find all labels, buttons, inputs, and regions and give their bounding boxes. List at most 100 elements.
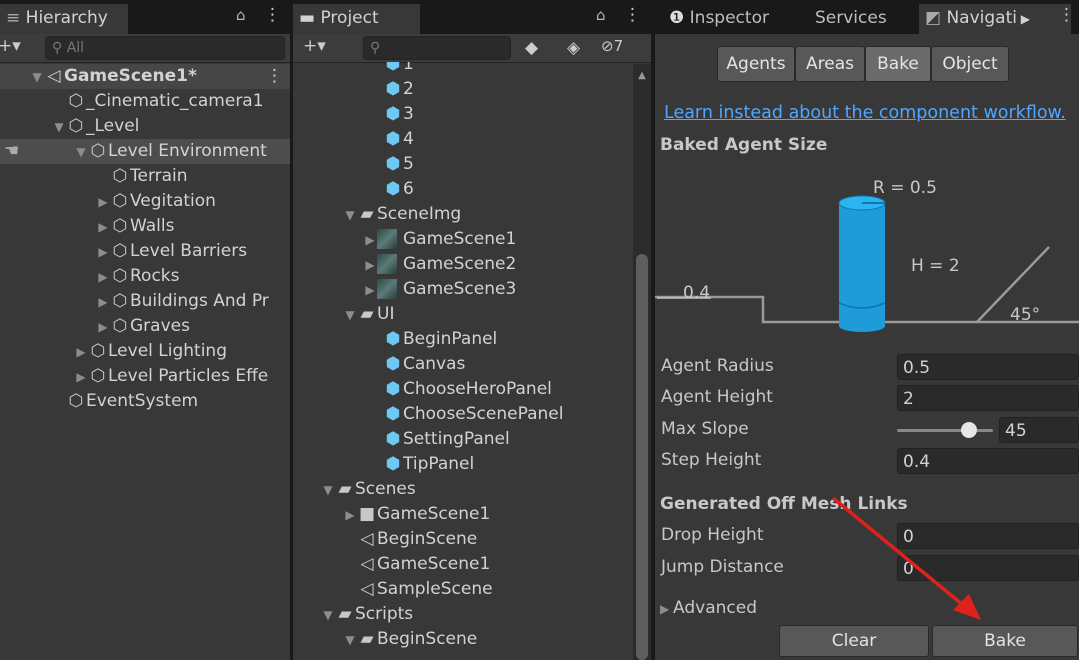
subtab-object[interactable]: Object [931, 46, 1009, 82]
list-item[interactable]: ▶ GameScene3 [363, 277, 516, 302]
folder-item[interactable]: ▼ ▰ UI [343, 302, 394, 327]
hidden-packages-icon[interactable]: ⊘7 [601, 37, 623, 55]
scroll-up-icon[interactable]: ▲ [633, 70, 651, 81]
collapse-arrow-icon[interactable]: ▶ [96, 315, 110, 340]
list-item[interactable]: ◁ SampleScene [343, 577, 492, 602]
subtab-agents[interactable]: Agents [717, 46, 795, 82]
expand-arrow-icon[interactable]: ▼ [74, 140, 88, 165]
slider-thumb[interactable] [961, 422, 977, 438]
list-item[interactable]: ▼ ⬡ _Level [52, 114, 139, 139]
advanced-foldout[interactable]: ▶ Advanced [660, 598, 757, 618]
folder-item[interactable]: ▼ ▰ SceneImg [343, 202, 461, 227]
list-item[interactable]: ◁ GameScene1 [343, 552, 490, 577]
expand-arrow-icon[interactable]: ▼ [343, 203, 357, 228]
scene-row[interactable]: ▼ ◁ GameScene1* ⋮ [0, 64, 290, 89]
folder-open-icon: ▰ [338, 479, 352, 499]
collapse-arrow-icon[interactable]: ▶ [363, 253, 377, 278]
list-item[interactable]: ▶ ⬡ Buildings And Pr [96, 289, 268, 315]
folder-item[interactable]: ▼ ▰ Scripts [321, 602, 413, 627]
gameobject-icon: ⬡ [112, 291, 128, 311]
list-item-selected[interactable]: ☚ ▼ ⬡ Level Environment [0, 139, 290, 164]
clear-button[interactable]: Clear [779, 625, 929, 657]
collapse-arrow-icon[interactable]: ▶ [96, 215, 110, 240]
list-item[interactable]: ▶ ⬡ Level Particles Effe [74, 364, 268, 389]
collapse-arrow-icon[interactable]: ▶ [96, 265, 110, 290]
collapse-arrow-icon[interactable]: ▶ [96, 190, 110, 215]
expand-arrow-icon[interactable]: ▼ [321, 478, 335, 503]
list-item[interactable]: ⬢ 6 [383, 177, 414, 202]
folder-item[interactable]: ▼ ▰ Scenes [321, 477, 415, 503]
collapse-arrow-icon[interactable]: ▶ [363, 278, 377, 303]
lock-icon[interactable]: ⌂ [236, 6, 246, 24]
add-dropdown-icon[interactable]: +▾ [0, 36, 21, 56]
scrollbar-thumb[interactable] [636, 254, 648, 660]
unity-scene-icon: ◁ [360, 579, 374, 599]
expand-arrow-icon[interactable]: ▼ [343, 628, 357, 653]
list-item[interactable]: ▶ GameScene2 [363, 252, 516, 277]
list-item[interactable]: ⬢ ChooseScenePanel [383, 402, 564, 427]
list-item[interactable]: ⬢ TipPanel [383, 452, 475, 477]
list-item[interactable]: ⬢ ChooseHeroPanel [383, 377, 552, 402]
list-item[interactable]: ⬢ BeginPanel [383, 327, 498, 352]
expand-arrow-icon[interactable]: ▼ [321, 603, 335, 628]
agent-radius-field[interactable]: 0.5 [897, 354, 1079, 380]
list-item[interactable]: ⬢ 2 [383, 77, 414, 102]
agent-height-field[interactable]: 2 [897, 385, 1079, 411]
scene-menu-icon[interactable]: ⋮ [266, 64, 283, 89]
collapse-arrow-icon[interactable]: ▶ [74, 340, 88, 365]
hierarchy-search-input[interactable]: ⚲ All [45, 36, 285, 60]
collapse-arrow-icon[interactable]: ▶ [96, 240, 110, 265]
list-item[interactable]: ⬡ _Cinematic_camera1 [52, 89, 264, 114]
create-dropdown-icon[interactable]: +▾ [303, 36, 326, 56]
list-item[interactable]: ▶ ⬡ Vegitation [96, 189, 216, 214]
collapse-arrow-icon[interactable]: ▶ [363, 228, 377, 253]
subtab-bake[interactable]: Bake [865, 46, 931, 82]
list-item[interactable]: ⬢ 3 [383, 102, 414, 127]
subtab-areas[interactable]: Areas [795, 46, 865, 82]
project-search-input[interactable]: ⚲ [363, 36, 511, 60]
tab-navigation[interactable]: ◩ Navigati ▶ [919, 4, 1071, 34]
list-item[interactable]: ⬡ EventSystem [52, 389, 199, 414]
collapse-arrow-icon[interactable]: ▶ [343, 503, 357, 528]
lock-icon[interactable]: ⌂ [596, 6, 606, 24]
tab-services[interactable]: Services [809, 4, 893, 34]
tab-inspector[interactable]: ❶ Inspector [663, 4, 775, 34]
expand-arrow-icon[interactable]: ▼ [52, 115, 66, 140]
collapse-arrow-icon[interactable]: ▶ [74, 365, 88, 390]
label-tag-icon[interactable]: ◈ [567, 38, 580, 58]
annotation-arrow-line [831, 496, 965, 607]
list-item[interactable]: ▶ ⬡ Rocks [96, 264, 179, 290]
list-item[interactable]: ▶ ⬡ Graves [96, 314, 190, 339]
list-item[interactable]: ⬢ Canvas [383, 352, 466, 377]
filter-type-icon[interactable]: ◆ [525, 38, 538, 58]
list-item[interactable]: ⬢ 4 [383, 127, 414, 152]
list-item[interactable]: ▶ GameScene1 [363, 227, 516, 252]
list-item[interactable]: ⬢ 1 [383, 62, 414, 77]
tab-hierarchy[interactable]: ≡ Hierarchy [0, 4, 128, 34]
folder-item[interactable]: ▶ ■ GameScene1 [343, 502, 490, 527]
max-slope-field[interactable]: 45 [999, 417, 1079, 443]
kebab-menu-icon[interactable]: ⋮ [624, 5, 641, 25]
list-item[interactable]: ⬢ 5 [383, 152, 414, 177]
list-item[interactable]: ▶ ⬡ Level Barriers [96, 239, 247, 264]
scrollbar-track[interactable]: ▲ [633, 64, 651, 660]
expand-arrow-icon[interactable]: ▼ [30, 65, 44, 90]
kebab-menu-icon[interactable]: ⋮ [1058, 5, 1075, 25]
tab-overflow-icon[interactable]: ▶ [1017, 12, 1030, 26]
tab-project[interactable]: ▬ Project [293, 4, 420, 34]
kebab-menu-icon[interactable]: ⋮ [264, 5, 281, 25]
max-slope-slider[interactable] [897, 418, 993, 442]
folder-item[interactable]: ▼ ▰ BeginScene [343, 627, 477, 652]
expand-arrow-icon[interactable]: ▼ [343, 303, 357, 328]
list-item[interactable]: ▶ ⬡ Walls [96, 214, 174, 239]
learn-component-workflow-link[interactable]: Learn instead about the component workfl… [664, 103, 1066, 123]
drop-height-field[interactable]: 0 [897, 523, 1079, 549]
list-item[interactable]: ◁ BeginScene [343, 527, 477, 552]
collapse-arrow-icon[interactable]: ▶ [96, 290, 110, 315]
list-item[interactable]: ▶ ⬡ Level Lighting [74, 339, 227, 364]
list-item[interactable]: ⬢ SettingPanel [383, 427, 510, 452]
bake-button[interactable]: Bake [932, 625, 1078, 657]
step-height-field[interactable]: 0.4 [897, 448, 1079, 474]
jump-distance-field[interactable]: 0 [897, 555, 1079, 581]
list-item[interactable]: ⬡ Terrain [96, 164, 188, 189]
